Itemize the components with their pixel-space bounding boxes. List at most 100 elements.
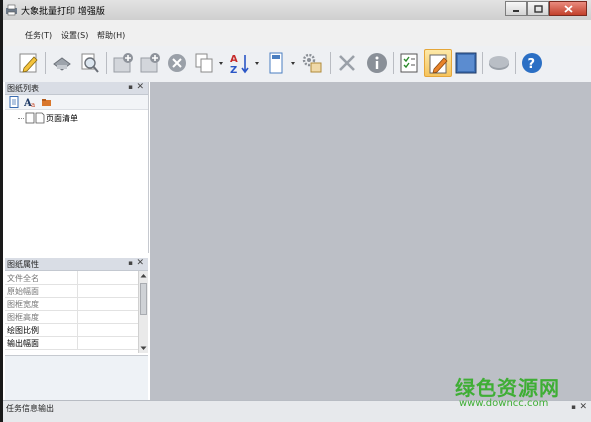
window-controls [505,1,587,16]
disk-icon [489,56,509,70]
copy-icon [195,53,213,73]
property-value[interactable] [77,336,139,349]
drawing-list-panel: 图纸列表 ▪ ✕ A a 页面清单 [5,82,149,253]
panel-title: 图纸属性 [7,260,39,269]
watermark-text: 绿色资源网 [455,376,560,400]
draw-button[interactable] [424,49,452,77]
layout-button[interactable] [262,49,290,77]
svg-text:A: A [230,54,238,65]
gear-icon [302,53,322,73]
svg-text:?: ? [528,57,536,72]
tree-connector [18,118,24,119]
pin-icon[interactable]: ▪ [128,83,133,91]
toolbar-separator [482,52,483,74]
property-value[interactable] [77,323,139,336]
close-icon[interactable]: ✕ [136,82,144,92]
toolbar-separator [515,52,516,74]
toolbar: A Z ? [3,46,591,82]
menu-help[interactable]: 帮助(H) [97,30,125,41]
close-icon[interactable]: ✕ [579,402,587,412]
property-row[interactable]: 图框宽度 [5,297,138,311]
close-icon [563,4,573,13]
property-name: 图框宽度 [7,300,39,309]
draw-icon [429,54,448,74]
minimize-button[interactable] [505,1,527,16]
toolbar-separator [106,52,107,74]
property-row[interactable]: 输出幅面 [5,336,138,350]
layout-dropdown-arrow[interactable] [291,62,295,65]
document-icon[interactable] [9,96,20,108]
property-name: 输出幅面 [7,339,39,348]
app-logo-icon [6,4,17,16]
property-description-area [5,355,148,401]
sort-az-icon: A Z [230,54,249,74]
property-value[interactable] [77,310,139,323]
scroll-thumb[interactable] [140,283,147,315]
property-row[interactable]: 文件全名 [5,271,138,285]
property-value[interactable] [77,284,139,297]
font-icon[interactable]: A a [24,96,37,108]
restore-button[interactable] [527,1,549,16]
title-bar: 大象批量打印 增强版 [0,0,591,20]
settings-button[interactable] [298,49,326,77]
panel-header: 图纸列表 ▪ ✕ [5,82,148,95]
toolbar-separator [393,52,394,74]
pin-icon[interactable]: ▪ [571,403,576,411]
close-icon[interactable]: ✕ [136,258,144,268]
frame-button[interactable] [452,49,480,77]
disk-button[interactable] [485,49,513,77]
property-name: 绘图比例 [7,326,39,335]
panel-title: 任务信息输出 [6,404,54,413]
copy-button[interactable] [190,49,218,77]
edit-button[interactable] [15,49,43,77]
help-button[interactable]: ? [518,49,546,77]
layout-icon [269,52,283,74]
print-icon [53,57,71,71]
checklist-button[interactable] [396,49,424,77]
remove-button[interactable] [163,49,191,77]
property-row[interactable]: 图框高度 [5,310,138,324]
tree-item-page-list[interactable]: 页面清单 [46,113,78,124]
info-button[interactable] [363,49,391,77]
property-name: 图框高度 [7,313,39,322]
property-name: 原始幅面 [7,287,39,296]
toolbar-separator [45,52,46,74]
property-row[interactable]: 绘图比例 [5,323,138,337]
svg-text:a: a [31,101,35,108]
sort-dropdown-arrow[interactable] [255,62,259,65]
document-workspace[interactable] [150,82,591,400]
menu-settings[interactable]: 设置(S) [61,30,88,41]
frame-icon [455,52,477,74]
property-value[interactable] [77,271,139,284]
folder-icon[interactable] [41,97,52,107]
property-name: 文件全名 [7,274,39,283]
checklist-icon [400,53,418,73]
tools-icon [339,55,355,71]
menu-task[interactable]: 任务(T) [25,30,52,41]
svg-text:Z: Z [230,65,237,74]
page-list-icon [25,112,45,124]
scroll-up-icon[interactable] [140,273,147,278]
toolbar-separator [330,52,331,74]
property-value[interactable] [77,297,139,310]
watermark-url: www.downcc.com [459,398,549,409]
panel-toolbar: A a [5,95,148,110]
property-scrollbar[interactable] [138,271,148,353]
print-button[interactable] [48,49,76,77]
restore-icon [533,4,543,13]
add-page-icon [140,53,160,73]
sort-button[interactable]: A Z [226,49,254,77]
add-page-button[interactable] [136,49,164,77]
pin-icon[interactable]: ▪ [128,259,133,267]
print-preview-button[interactable] [75,49,103,77]
close-button[interactable] [549,1,587,16]
print-preview-icon [81,53,99,73]
tools-button[interactable] [333,49,361,77]
remove-icon [168,54,186,72]
copy-dropdown-arrow[interactable] [219,62,223,65]
scroll-down-icon[interactable] [140,346,147,351]
add-button[interactable] [109,49,137,77]
minimize-icon [513,9,519,12]
property-row[interactable]: 原始幅面 [5,284,138,298]
help-icon: ? [522,53,542,73]
